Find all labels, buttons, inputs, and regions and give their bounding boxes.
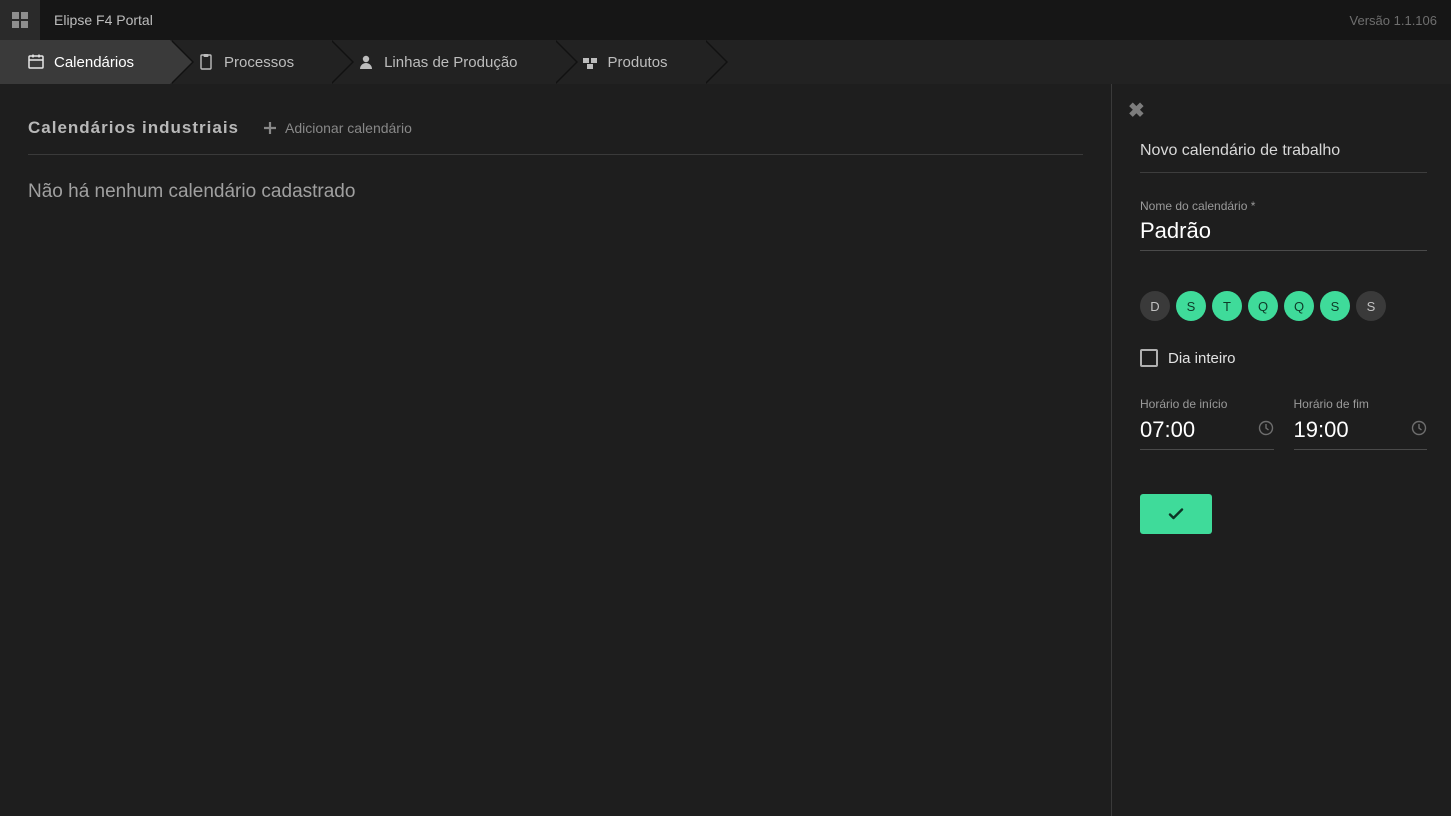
start-time-input[interactable]: 07:00	[1140, 411, 1274, 450]
nav-label: Processos	[224, 54, 294, 71]
end-time-input[interactable]: 19:00	[1294, 411, 1428, 450]
nav-tab-linhas[interactable]: Linhas de Produção	[330, 40, 553, 84]
day-toggle-dom[interactable]: D	[1140, 291, 1170, 321]
main-area: Calendários industriais Adicionar calend…	[0, 84, 1111, 816]
plus-icon	[263, 121, 277, 135]
user-icon	[358, 54, 374, 70]
time-row: Horário de início 07:00 Horário de fim 1…	[1140, 397, 1427, 450]
nav-bar: Calendários Processos Linhas de Produção…	[0, 40, 1451, 84]
end-time-label: Horário de fim	[1294, 397, 1428, 411]
day-toggle-qua[interactable]: Q	[1248, 291, 1278, 321]
clock-icon	[1411, 420, 1427, 441]
nav-tab-calendarios[interactable]: Calendários	[0, 40, 170, 84]
confirm-button[interactable]	[1140, 494, 1212, 534]
end-time-field: Horário de fim 19:00	[1294, 397, 1428, 450]
nav-label: Linhas de Produção	[384, 54, 517, 71]
grid-icon	[12, 12, 28, 28]
nav-tab-processos[interactable]: Processos	[170, 40, 330, 84]
clipboard-icon	[198, 54, 214, 70]
app-title: Elipse F4 Portal	[54, 12, 153, 28]
day-toggle-sab[interactable]: S	[1356, 291, 1386, 321]
calendar-name-input[interactable]	[1140, 213, 1427, 251]
app-menu-button[interactable]	[0, 0, 40, 40]
all-day-label: Dia inteiro	[1168, 350, 1236, 367]
end-time-value: 19:00	[1294, 417, 1349, 443]
body: Calendários industriais Adicionar calend…	[0, 84, 1451, 816]
page-title: Calendários industriais	[28, 118, 239, 138]
check-icon	[1166, 504, 1186, 524]
main-header: Calendários industriais Adicionar calend…	[28, 118, 1083, 155]
panel-title: Novo calendário de trabalho	[1140, 142, 1427, 173]
close-icon: ✖	[1128, 100, 1145, 122]
all-day-checkbox[interactable]: Dia inteiro	[1140, 349, 1427, 367]
start-time-value: 07:00	[1140, 417, 1195, 443]
name-field: Nome do calendário *	[1140, 199, 1427, 251]
day-toggle-seg[interactable]: S	[1176, 291, 1206, 321]
start-time-label: Horário de início	[1140, 397, 1274, 411]
name-label: Nome do calendário *	[1140, 199, 1427, 213]
day-toggle-qui[interactable]: Q	[1284, 291, 1314, 321]
app-version: Versão 1.1.106	[1350, 13, 1437, 28]
nav-label: Produtos	[608, 54, 668, 71]
top-bar: Elipse F4 Portal Versão 1.1.106	[0, 0, 1451, 40]
day-toggle-sex[interactable]: S	[1320, 291, 1350, 321]
checkbox-icon	[1140, 349, 1158, 367]
close-panel-button[interactable]: ✖	[1128, 98, 1145, 123]
calendar-icon	[28, 54, 44, 70]
side-panel: ✖ Novo calendário de trabalho Nome do ca…	[1111, 84, 1451, 816]
day-selector: D S T Q Q S S	[1140, 291, 1427, 321]
clock-icon	[1258, 420, 1274, 441]
package-icon	[582, 54, 598, 70]
add-calendar-label: Adicionar calendário	[285, 120, 412, 136]
nav-label: Calendários	[54, 54, 134, 71]
start-time-field: Horário de início 07:00	[1140, 397, 1274, 450]
day-toggle-ter[interactable]: T	[1212, 291, 1242, 321]
empty-state-message: Não há nenhum calendário cadastrado	[28, 181, 1083, 203]
add-calendar-button[interactable]: Adicionar calendário	[263, 120, 412, 136]
